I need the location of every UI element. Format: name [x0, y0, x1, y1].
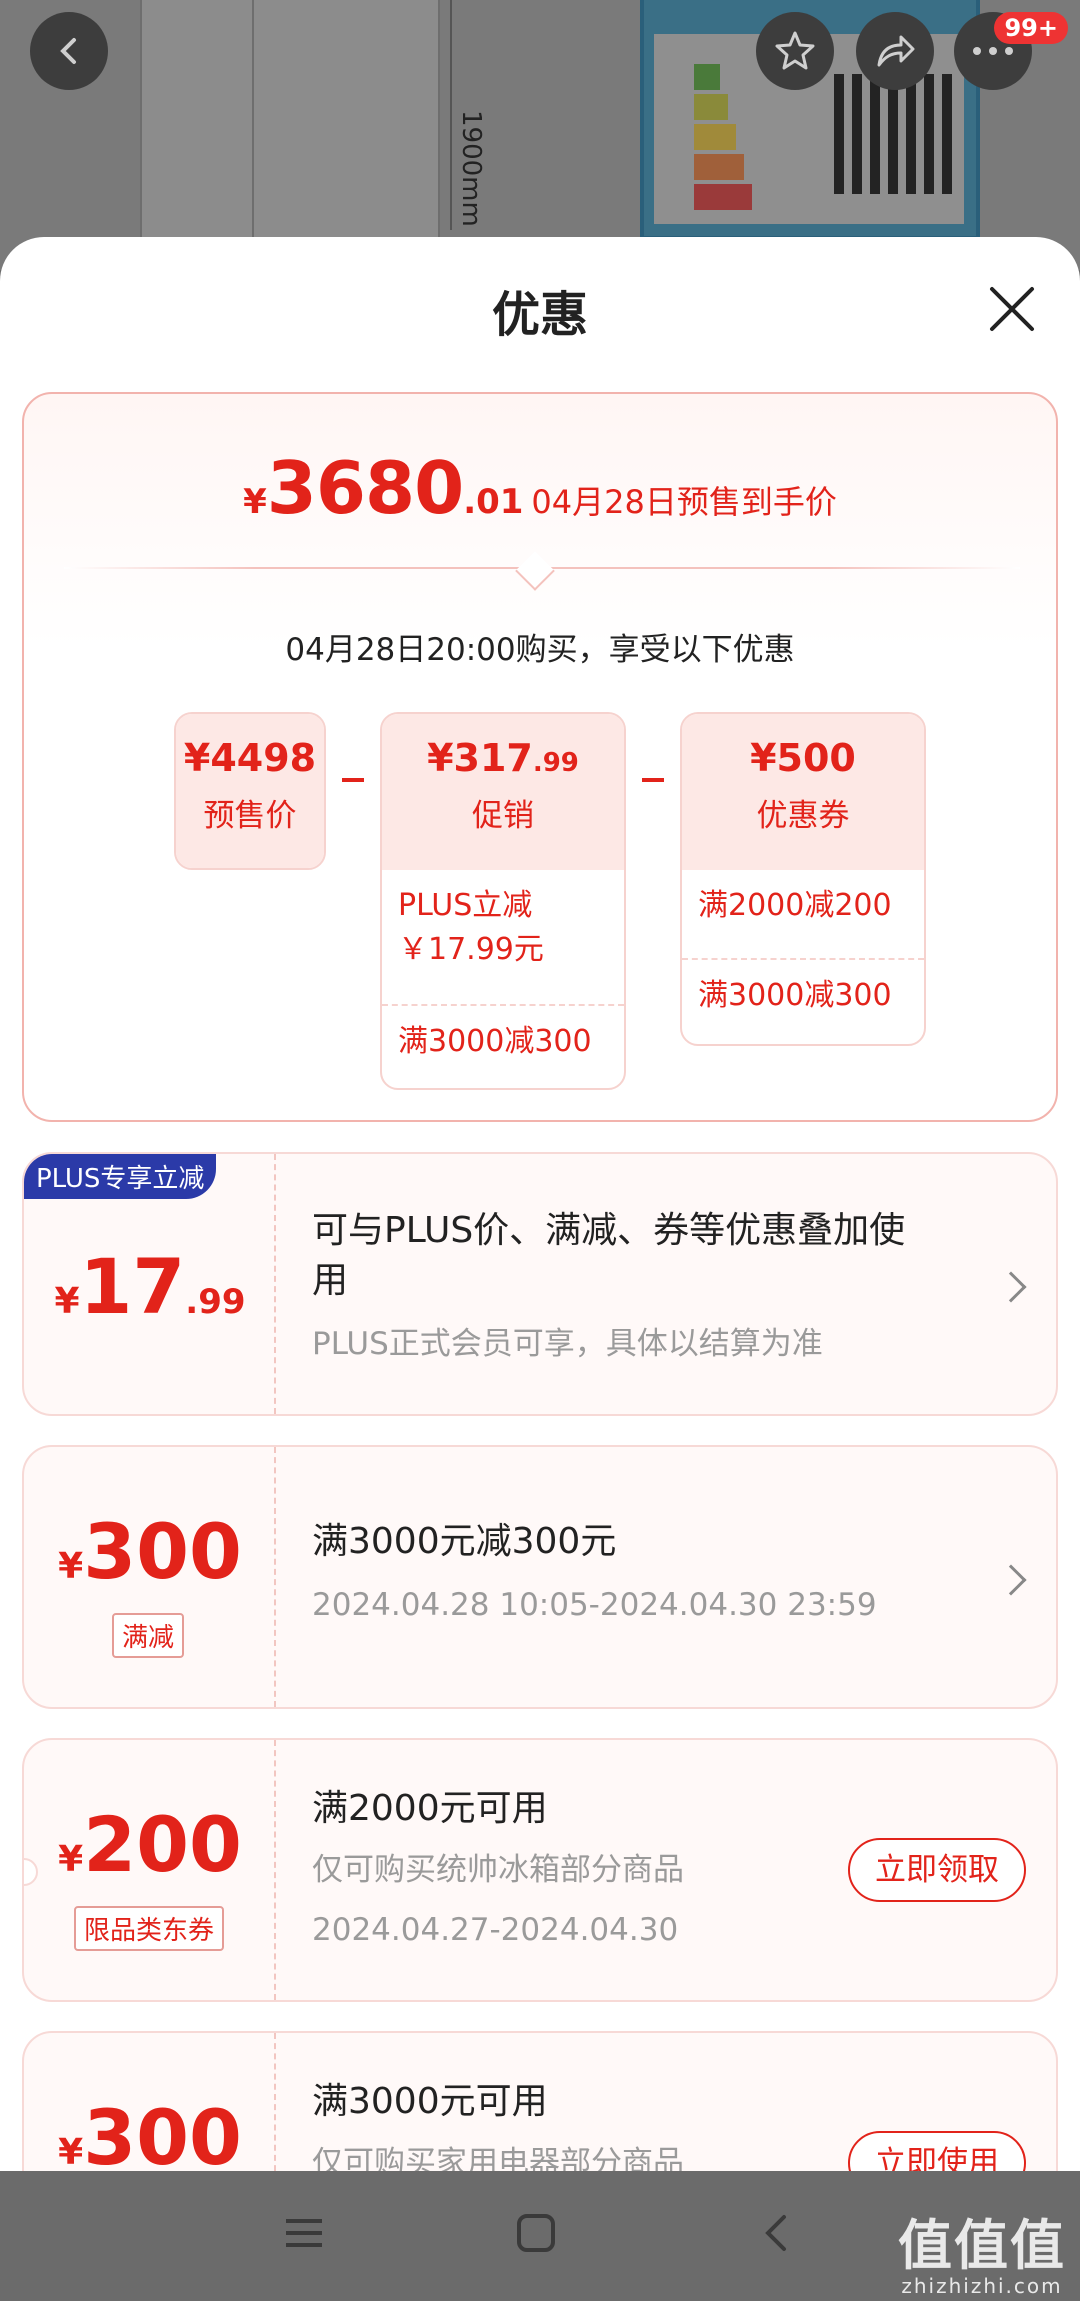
star-icon: [775, 31, 815, 70]
close-button[interactable]: [984, 281, 1040, 337]
offer-title: 满2000元可用: [312, 1788, 548, 1829]
offer-validity: 2024.04.28 10:05-2024.04.30 23:59: [312, 1587, 877, 1623]
offer-amount: ¥200: [58, 1800, 242, 1889]
sheet-title: 优惠: [491, 287, 588, 343]
watermark: 值值值 zhizhizhi.com: [898, 2201, 1066, 2298]
home-square-icon[interactable]: [516, 2213, 556, 2253]
final-price: ¥3680.01 04月28日预售到手价: [243, 446, 837, 530]
price-summary-card: ¥3680.01 04月28日预售到手价 04月28日20:00购买，享受以下优惠…: [22, 392, 1058, 1122]
watermark-sub: zhizhizhi.com: [901, 2274, 1063, 2298]
coupon-amount: ¥500: [750, 736, 856, 780]
coupon-row-1: 满2000减200: [698, 888, 892, 923]
discount-sheet: 优惠 ¥3680.01 04月28日预售到手价 04月28日20:00购买，享受以…: [0, 237, 1080, 2301]
promotion-row-plus: PLUS立减 ￥17.99元: [398, 888, 544, 967]
offer-amount: ¥300: [58, 1507, 242, 1596]
offer-title: 满3000元可用: [312, 2081, 548, 2122]
favorite-button[interactable]: [756, 12, 834, 90]
promotion-row-full-reduction: 满3000减300: [382, 1004, 624, 1078]
offer-title: 可与PLUS价、满减、券等优惠叠加使用: [312, 1210, 906, 1301]
offer-type-tag: 满减: [112, 1613, 185, 1658]
back-button[interactable]: [30, 12, 108, 90]
promotion-box: ¥317.99 促销 PLUS立减 ￥17.99元 满3000减300: [380, 712, 626, 1090]
offer-description: 仅可购买统帅冰箱部分商品: [312, 1852, 684, 1888]
presale-label: 预售价: [203, 798, 297, 834]
dimension-line: [450, 0, 452, 230]
minus-sign: [642, 778, 664, 782]
presale-price-box: ¥4498 预售价: [174, 712, 326, 870]
plus-ribbon: PLUS专享立减: [24, 1154, 217, 1199]
purchase-time-note: 04月28日20:00购买，享受以下优惠: [285, 632, 795, 668]
divider-notch: [515, 551, 555, 591]
cart-count-badge: 99+: [994, 12, 1068, 44]
chevron-right-icon: [995, 1564, 1027, 1596]
coupon-label: 优惠券: [756, 798, 850, 834]
promotion-amount: ¥317.99: [427, 736, 579, 780]
more-dots-icon: [973, 47, 1013, 55]
claim-coupon-button[interactable]: 立即领取: [848, 1838, 1026, 1902]
offer-card-plus[interactable]: PLUS专享立减 ¥17.99 可与PLUS价、满减、券等优惠叠加使用 PLUS…: [22, 1152, 1058, 1416]
coupon-row-2: 满3000减300: [682, 958, 924, 1032]
back-triangle-icon[interactable]: [756, 2213, 796, 2253]
promotion-label: 促销: [472, 798, 534, 834]
offer-amount: ¥300: [58, 2093, 242, 2182]
fridge-image: [140, 0, 440, 250]
close-icon: [990, 287, 1034, 331]
menu-icon[interactable]: [284, 2213, 324, 2253]
chevron-left-icon: [60, 38, 76, 64]
qr-code-image: [834, 74, 954, 194]
offer-card-full-reduction[interactable]: ¥300 满减 满3000元减300元 2024.04.28 10:05-202…: [22, 1445, 1058, 1709]
offer-description: PLUS正式会员可享，具体以结算为准: [312, 1326, 823, 1362]
system-nav-bar: 值值值 zhizhizhi.com: [0, 2171, 1080, 2301]
share-button[interactable]: [856, 12, 934, 90]
chevron-right-icon: [995, 1271, 1027, 1303]
final-price-decimal: .01: [463, 482, 524, 522]
share-icon: [877, 35, 915, 67]
minus-sign: [342, 778, 364, 782]
dimension-label: 1900mm: [456, 110, 486, 227]
presale-amount: ¥4498: [183, 736, 317, 780]
offer-validity: 2024.04.27-2024.04.30: [312, 1912, 679, 1948]
final-price-label: 04月28日预售到手价: [531, 483, 837, 521]
final-price-integer: 3680: [266, 446, 464, 530]
offer-amount: ¥17.99: [54, 1242, 246, 1331]
watermark-main: 值值值: [898, 2214, 1066, 2277]
offer-type-tag: 限品类东券: [74, 1906, 225, 1951]
coupon-box: ¥500 优惠券 满2000减200 满3000减300: [680, 712, 926, 1046]
offer-title: 满3000元减300元: [312, 1521, 617, 1562]
offer-card-coupon-200: ¥200 限品类东券 满2000元可用 仅可购买统帅冰箱部分商品 2024.04…: [22, 1738, 1058, 2002]
